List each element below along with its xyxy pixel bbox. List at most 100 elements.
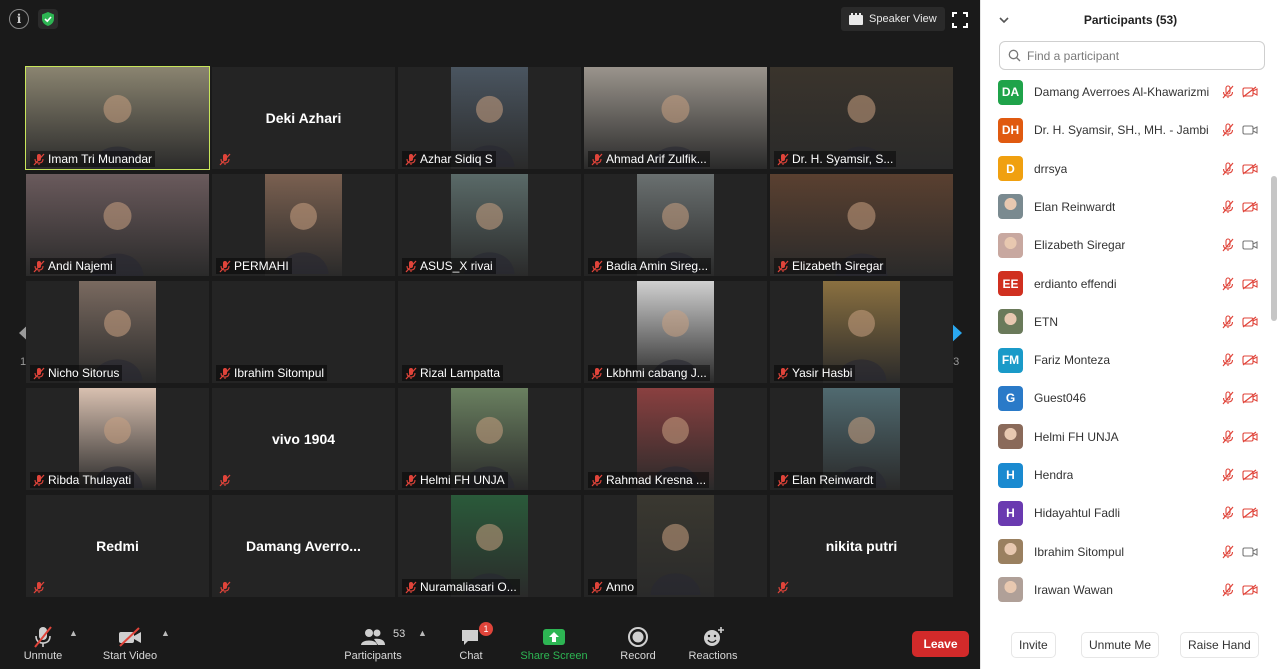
muted-mic-icon[interactable] [1221, 123, 1235, 137]
video-off-icon[interactable] [1242, 316, 1258, 328]
participant-video-tile[interactable]: PERMAHI [212, 174, 395, 276]
muted-mic-icon[interactable] [1221, 430, 1235, 444]
participant-list-item[interactable]: H Hidayahtul Fadli [981, 494, 1271, 532]
record-button[interactable]: Record [618, 624, 658, 662]
participants-button[interactable]: 53 Participants [342, 624, 405, 662]
audio-options-caret-icon[interactable]: ▲ [69, 628, 78, 638]
muted-mic-icon[interactable] [1221, 545, 1235, 559]
participant-video-tile[interactable]: vivo 1904 [212, 388, 395, 490]
share-screen-button[interactable]: Share Screen [518, 624, 590, 662]
participant-video-tile[interactable]: ASUS_X rivai [398, 174, 581, 276]
muted-mic-icon[interactable] [1221, 353, 1235, 367]
participant-list-item[interactable]: G Guest046 [981, 379, 1271, 417]
video-on-icon[interactable] [1242, 239, 1258, 251]
muted-mic-icon[interactable] [1221, 506, 1235, 520]
participant-video-tile[interactable]: Lkbhmi cabang J... [584, 281, 767, 383]
participant-list-item[interactable]: DH Dr. H. Syamsir, SH., MH. - Jambi [981, 111, 1271, 149]
participant-video-tile[interactable]: Ibrahim Sitompul [212, 281, 395, 383]
muted-mic-icon[interactable] [1221, 200, 1235, 214]
chat-button[interactable]: 1 Chat [455, 622, 493, 662]
participant-video-tile[interactable]: Badia Amin Sireg... [584, 174, 767, 276]
video-off-icon[interactable] [1242, 163, 1258, 175]
muted-mic-icon [591, 474, 603, 486]
participant-video-tile[interactable]: nikita putri [770, 495, 953, 597]
participant-list-item[interactable]: ETN [981, 303, 1271, 341]
participant-search-input[interactable]: Find a participant [999, 41, 1265, 70]
muted-mic-icon[interactable] [1221, 315, 1235, 329]
muted-mic-icon[interactable] [1221, 238, 1235, 252]
participant-list-scrollbar[interactable] [1271, 176, 1277, 321]
participant-video-tile[interactable]: Ribda Thulayati [26, 388, 209, 490]
reactions-button[interactable]: Reactions [686, 624, 740, 662]
participant-list-name: Irawan Wawan [1034, 582, 1113, 597]
participant-list-item[interactable]: Ibrahim Sitompul [981, 533, 1271, 571]
participant-list-item[interactable]: DA Damang Averroes Al-Khawarizmi [981, 73, 1271, 111]
search-placeholder: Find a participant [1027, 48, 1120, 63]
info-icon[interactable]: i [9, 9, 29, 29]
video-off-icon[interactable] [1242, 392, 1258, 404]
video-off-icon[interactable] [1242, 431, 1258, 443]
unmute-button[interactable]: Unmute [22, 624, 64, 662]
participant-list-item[interactable]: Ddrrsya [981, 150, 1271, 188]
invite-button[interactable]: Invite [1011, 632, 1056, 658]
participant-video-tile[interactable]: Rizal Lampatta [398, 281, 581, 383]
start-video-button[interactable]: Start Video [100, 624, 160, 662]
participant-video-tile[interactable]: Yasir Hasbi [770, 281, 953, 383]
participant-list-item[interactable]: Elan Reinwardt [981, 188, 1271, 226]
participants-panel-title: Participants (53) [1083, 13, 1178, 27]
participant-video-tile[interactable]: Nuramaliasari O... [398, 495, 581, 597]
muted-mic-icon[interactable] [1221, 276, 1235, 291]
muted-mic-icon[interactable] [1221, 468, 1235, 482]
participant-list-item[interactable]: FM Fariz Monteza [981, 341, 1271, 379]
participant-list-item[interactable]: Elizabeth Siregar [981, 226, 1271, 264]
participant-video-tile[interactable]: Andi Najemi [26, 174, 209, 276]
video-off-icon[interactable] [1242, 584, 1258, 596]
muted-mic-icon[interactable] [1221, 162, 1235, 176]
muted-mic-icon[interactable] [1221, 583, 1235, 597]
participants-panel: Participants (53) Find a participant DA D… [980, 0, 1280, 669]
leave-button[interactable]: Leave [912, 631, 969, 657]
participant-list-name: Fariz Monteza [1034, 353, 1111, 368]
security-shield-icon[interactable] [38, 9, 58, 29]
video-off-icon[interactable] [1242, 201, 1258, 213]
video-on-icon[interactable] [1242, 546, 1258, 558]
avatar [998, 539, 1023, 565]
participant-list-item[interactable]: H Hendra [981, 456, 1271, 494]
participant-video-tile[interactable]: Imam Tri Munandar [25, 66, 210, 170]
participant-name: Ahmad Arif Zulfik... [606, 152, 707, 166]
muted-mic-icon[interactable] [1221, 85, 1235, 99]
participant-list-item[interactable]: EE erdianto effendi [981, 265, 1271, 303]
muted-mic-icon[interactable] [1221, 391, 1235, 405]
muted-mic-icon [777, 581, 789, 593]
participants-options-caret-icon[interactable]: ▲ [418, 628, 427, 638]
speaker-view-button[interactable]: Speaker View [841, 7, 945, 31]
participant-list-item[interactable]: Irawan Wawan [981, 571, 1271, 609]
participant-video-tile[interactable]: Deki Azhari [212, 67, 395, 169]
participant-video-tile[interactable]: Redmi [26, 495, 209, 597]
video-off-icon[interactable] [1242, 354, 1258, 366]
participant-video-tile[interactable]: Anno [584, 495, 767, 597]
participant-video-tile[interactable]: Dr. H. Syamsir, S... [770, 67, 953, 169]
video-on-icon[interactable] [1242, 124, 1258, 136]
video-options-caret-icon[interactable]: ▲ [161, 628, 170, 638]
participant-name-label [216, 151, 234, 167]
video-off-icon[interactable] [1242, 86, 1258, 98]
participant-list-name: Damang Averroes Al-Khawarizmi [1034, 85, 1210, 99]
participant-video-tile[interactable]: Elan Reinwardt [770, 388, 953, 490]
raise-hand-button[interactable]: Raise Hand [1180, 632, 1259, 658]
unmute-me-button[interactable]: Unmute Me [1081, 632, 1160, 658]
participant-list-name: Elizabeth Siregar [1034, 238, 1126, 253]
participant-list-item[interactable]: Helmi FH UNJA [981, 418, 1271, 456]
participant-video-tile[interactable]: Ahmad Arif Zulfik... [584, 67, 767, 169]
video-off-icon[interactable] [1242, 469, 1258, 481]
participant-video-tile[interactable]: Azhar Sidiq S [398, 67, 581, 169]
participant-video-tile[interactable]: Rahmad Kresna ... [584, 388, 767, 490]
participant-video-tile[interactable]: Nicho Sitorus [26, 281, 209, 383]
participant-video-tile[interactable]: Damang Averro... [212, 495, 395, 597]
fullscreen-icon[interactable] [952, 12, 968, 28]
participant-video-tile[interactable]: Helmi FH UNJA [398, 388, 581, 490]
video-off-icon[interactable] [1242, 507, 1258, 519]
video-off-icon[interactable] [1242, 278, 1258, 290]
chat-label: Chat [459, 650, 483, 662]
participant-video-tile[interactable]: Elizabeth Siregar [770, 174, 953, 276]
